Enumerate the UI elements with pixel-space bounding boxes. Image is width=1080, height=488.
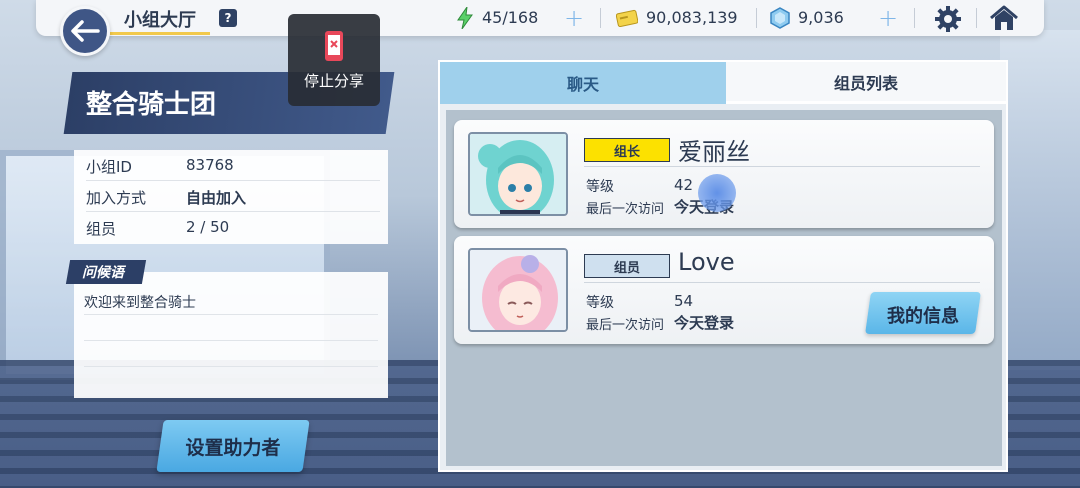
last-visit-value: 今天登录 <box>674 314 735 332</box>
stop-share-button[interactable]: 停止分享 <box>288 14 380 106</box>
home-icon[interactable] <box>988 4 1020 32</box>
divider <box>84 314 378 315</box>
member-card-self[interactable]: 组员 Love 等级 54 最后一次访问 今天登录 我的信息 <box>454 236 994 344</box>
divider <box>584 166 980 167</box>
arrow-left-icon <box>71 20 100 42</box>
avatar-image <box>470 134 566 214</box>
greeting-text: 欢迎来到整合骑士 <box>84 295 196 311</box>
title-underline <box>110 32 210 35</box>
guild-name: 整合骑士团 <box>86 90 217 120</box>
level-label: 等级 <box>586 179 614 195</box>
help-button[interactable]: ? <box>219 9 237 27</box>
set-assist-label: 设置助力者 <box>185 437 281 459</box>
stamina-value: 45/168 <box>482 8 539 27</box>
info-value: 自由加入 <box>186 189 247 207</box>
level-label: 等级 <box>586 295 614 311</box>
gems-value: 9,036 <box>798 8 844 27</box>
member-name: Love <box>678 248 735 276</box>
background-wall <box>1000 30 1080 370</box>
back-button[interactable] <box>60 6 110 56</box>
add-stamina-button[interactable]: + <box>564 4 584 32</box>
greeting-box: 欢迎来到整合骑士 <box>74 272 388 398</box>
info-row-members: 组员 2 / 50 <box>86 212 380 243</box>
divider <box>756 8 757 28</box>
tab-chat[interactable]: 聊天 <box>440 62 726 104</box>
avatar-image <box>470 250 566 330</box>
lightning-icon <box>457 7 473 29</box>
level-value: 54 <box>674 292 694 310</box>
last-visit-label: 最后一次访问 <box>586 202 665 217</box>
member-card-leader[interactable]: 组长 爱丽丝 等级 42 最后一次访问 今天登录 <box>454 120 994 228</box>
phone-icon <box>325 31 343 61</box>
credit-card-icon <box>616 9 638 27</box>
gem-icon <box>770 7 790 29</box>
tab-members[interactable]: 组员列表 <box>726 62 1006 104</box>
touch-indicator <box>698 174 736 212</box>
member-name: 爱丽丝 <box>678 138 750 166</box>
divider <box>584 282 980 283</box>
credits-value: 90,083,139 <box>646 8 738 27</box>
divider <box>84 366 378 367</box>
greeting-label: 问候语 <box>82 265 124 281</box>
info-key: 组员 <box>86 220 117 238</box>
avatar <box>468 132 568 216</box>
role-badge-member: 组员 <box>584 254 670 278</box>
divider <box>976 8 977 28</box>
guild-info-box: 小组ID 83768 加入方式 自由加入 组员 2 / 50 <box>74 150 388 244</box>
info-value: 83768 <box>186 156 234 174</box>
gear-icon[interactable] <box>934 5 962 33</box>
last-visit-label: 最后一次访问 <box>586 318 665 333</box>
info-row-join-method: 加入方式 自由加入 <box>86 181 380 212</box>
info-value: 2 / 50 <box>186 218 230 236</box>
role-badge-leader: 组长 <box>584 138 670 162</box>
divider <box>914 8 915 28</box>
stop-share-label: 停止分享 <box>303 72 364 90</box>
page-title: 小组大厅 <box>124 10 196 31</box>
my-info-label: 我的信息 <box>887 306 959 327</box>
divider <box>600 8 601 28</box>
level-value: 42 <box>674 176 694 194</box>
info-row-id: 小组ID 83768 <box>86 150 380 181</box>
avatar <box>468 248 568 332</box>
add-gems-button[interactable]: + <box>878 4 898 32</box>
info-key: 小组ID <box>86 158 132 176</box>
divider <box>84 340 378 341</box>
info-key: 加入方式 <box>86 189 147 207</box>
